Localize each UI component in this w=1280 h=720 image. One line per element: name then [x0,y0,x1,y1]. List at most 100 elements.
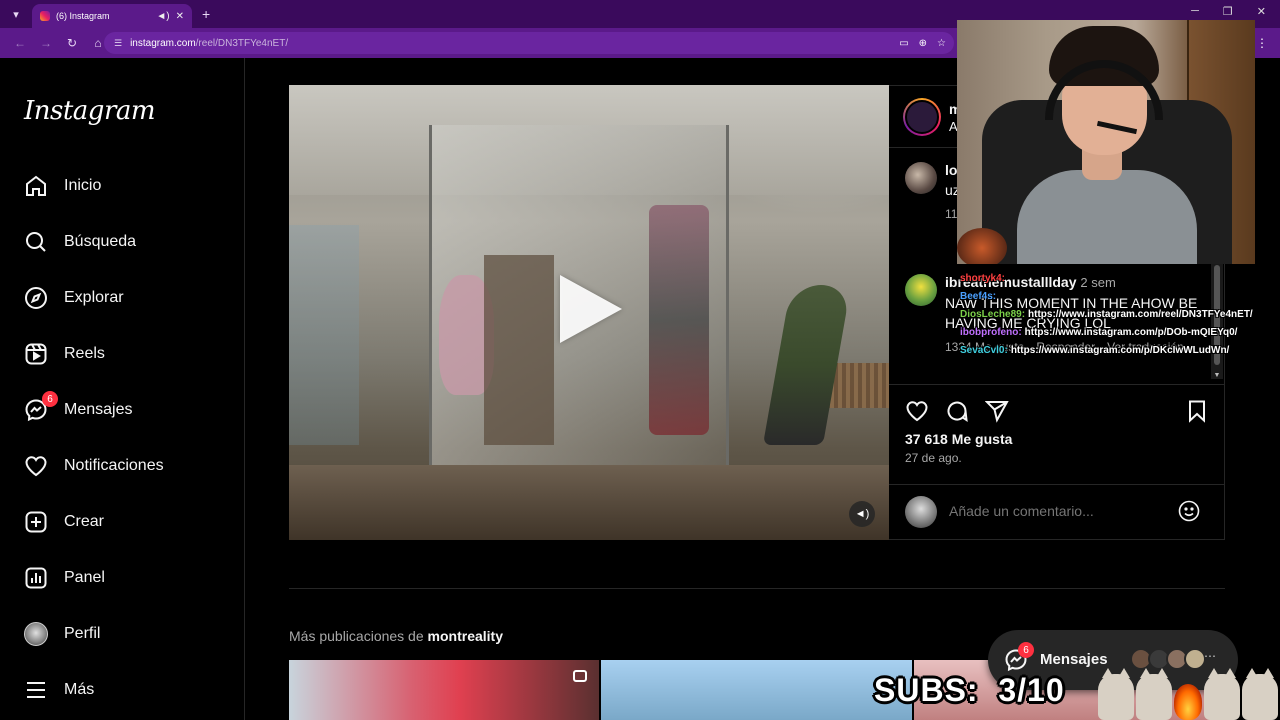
cat-icon [1098,668,1134,720]
sidebar-item-label: Mensajes [64,401,133,418]
home-icon[interactable]: ⌂ [92,36,104,50]
carousel-icon [573,670,588,682]
webcam-scene [1017,170,1197,264]
back-icon[interactable]: ← [14,36,26,50]
window-controls: ─ ❐ ✕ [1191,5,1266,18]
video-scene [289,465,889,540]
more-posts-prefix: Más publicaciones de [289,628,424,644]
divider [289,588,1225,589]
menu-icon [24,678,48,702]
chat-username: ibobprofeno: [960,327,1022,338]
sidebar-item-label: Crear [64,513,105,530]
webcam-overlay [957,20,1255,264]
cat-icon [1136,668,1172,720]
video-scene [484,255,554,445]
cat-icon [1242,668,1278,720]
sidebar-item-mas[interactable]: Más [24,676,94,704]
more-posts-heading: Más publicaciones de montreality [289,628,503,644]
chat-text: https://www.instagram.com/reel/DN3TFYe4n… [1028,309,1253,320]
comment-input[interactable] [949,503,1169,519]
new-tab-button[interactable]: + [202,6,210,22]
avatar [905,496,937,528]
sidebar-item-label: Inicio [64,177,102,194]
tab-title: (6) Instagram [56,11,110,21]
like-count[interactable]: 37 618 Me gusta [905,431,1012,447]
reload-icon[interactable]: ↻ [66,36,78,50]
browser-menu-icon[interactable]: ⋮ [1256,36,1268,50]
cat-emotes [1098,660,1280,720]
messages-badge: 6 [1018,642,1034,658]
tab-search-button[interactable]: ▾ [4,4,28,24]
author-avatar[interactable] [903,98,941,136]
instagram-favicon-icon [40,11,50,21]
chat-username: DiosLeche89: [960,309,1026,320]
sidebar-item-label: Más [64,681,95,698]
webcam-scene [957,228,1007,264]
speaker-icon[interactable]: ◄) [156,11,169,22]
subs-counter: SUBS: 3/10 [874,672,1065,708]
chart-icon [24,566,48,590]
comment-bubble-icon[interactable] [945,399,969,423]
sidebar-item-busqueda[interactable]: Búsqueda [24,228,136,256]
sidebar-item-label: Panel [64,569,105,586]
save-bookmark-icon[interactable] [1185,399,1209,423]
close-window-icon[interactable]: ✕ [1257,5,1266,18]
cat-icon [1204,668,1240,720]
chat-message: SevaCvl0: https://www.instagram.com/p/DKc… [960,342,1260,360]
reels-icon [24,342,48,366]
chat-text: https://www.instagram.com/p/DKcIwWLudWn/ [1010,345,1230,356]
sidebar-item-notificaciones[interactable]: Notificaciones [24,452,164,480]
post-date: 27 de ago. [905,451,962,465]
emoji-icon[interactable] [1177,499,1201,523]
forward-icon[interactable]: → [40,36,52,50]
post-actions: 37 618 Me gusta 27 de ago. [889,384,1225,484]
comment-meta: 11 [945,207,958,221]
sidebar-item-panel[interactable]: Panel [24,564,105,592]
commenter-avatar[interactable] [905,274,937,306]
share-send-icon[interactable] [985,399,1009,423]
url-field[interactable]: ☰ instagram.com/reel/DN3TFYe4nET/ ▭ ⊕ ☆ [104,32,954,54]
compass-icon [24,286,48,310]
stream-chat-overlay: shortyk4: Beef4s: DiosLeche89: https://www.… [960,270,1260,360]
scroll-down-icon[interactable]: ▼ [1211,372,1223,379]
chat-username: shortyk4: [960,273,1006,284]
play-icon[interactable] [560,275,622,343]
volume-icon[interactable]: ◄) [849,501,875,527]
fire-icon [1174,684,1202,720]
home-icon [24,174,48,198]
minimize-icon[interactable]: ─ [1191,5,1199,18]
sidebar-item-explorar[interactable]: Explorar [24,284,124,312]
chat-message: ibobprofeno: https://www.instagram.com/p/… [960,324,1260,342]
sidebar: Instagram Inicio Búsqueda Explorar Reels… [0,58,245,720]
reel-video[interactable]: ◄) [289,85,889,540]
restore-icon[interactable]: ❐ [1223,5,1233,18]
commenter-avatar[interactable] [905,162,937,194]
chat-username: Beef4s: [960,291,997,302]
search-icon [24,230,48,254]
post-thumbnail[interactable] [601,660,912,720]
sidebar-item-inicio[interactable]: Inicio [24,172,101,200]
like-heart-icon[interactable] [905,399,929,423]
chat-message: DiosLeche89: https://www.instagram.com/re… [960,306,1260,324]
cast-icon[interactable]: ▭ [899,38,908,49]
close-tab-icon[interactable]: ✕ [176,11,184,22]
avatar [24,622,48,646]
browser-tab[interactable]: (6) Instagram ◄) ✕ [32,4,192,28]
site-info-icon[interactable]: ☰ [114,38,122,49]
video-scene [289,225,359,445]
sidebar-item-reels[interactable]: Reels [24,340,105,368]
video-scene [649,205,709,435]
chat-message: Beef4s: [960,288,1260,306]
sidebar-item-crear[interactable]: Crear [24,508,104,536]
sidebar-item-label: Búsqueda [64,233,137,250]
url-path: /reel/DN3TFYe4nET/ [195,37,289,49]
sidebar-item-mensajes[interactable]: 6 Mensajes [24,391,133,424]
bookmark-star-icon[interactable]: ☆ [937,38,946,49]
plus-square-icon [24,510,48,534]
instagram-logo[interactable]: Instagram [24,96,156,126]
zoom-icon[interactable]: ⊕ [919,38,927,49]
sidebar-item-perfil[interactable]: Perfil [24,620,100,648]
sidebar-item-label: Reels [64,345,105,362]
more-posts-account[interactable]: montreality [428,628,503,644]
post-thumbnail[interactable] [289,660,600,720]
